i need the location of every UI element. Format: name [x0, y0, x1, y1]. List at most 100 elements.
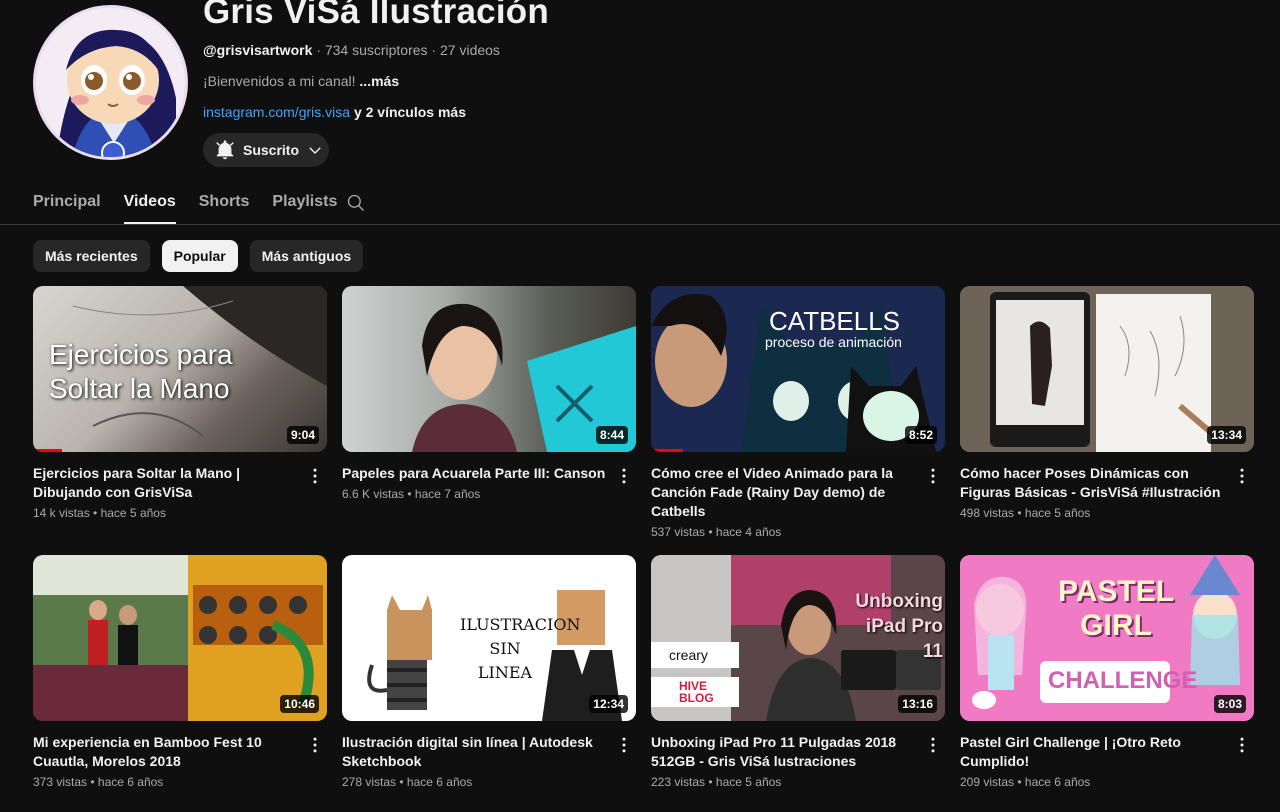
thumbnail-subtext: proceso de animación [765, 334, 902, 350]
channel-avatar[interactable] [33, 5, 188, 160]
more-links-button[interactable]: y 2 vínculos más [354, 104, 466, 120]
avatar-illustration [36, 8, 185, 157]
thumbnail-art [412, 303, 636, 452]
tab-shorts[interactable]: Shorts [199, 180, 250, 224]
thumbnail-subtext: CHALLENGE [1048, 667, 1198, 694]
more-options-icon[interactable] [1232, 735, 1252, 760]
video-card[interactable]: CATBELLS proceso de animación 8:52 Cómo … [651, 286, 945, 539]
video-duration: 12:34 [589, 695, 628, 713]
video-meta: 498 vistas • hace 5 años [960, 506, 1091, 520]
video-meta: 14 k vistas • hace 5 años [33, 506, 166, 520]
view-count: 209 vistas [960, 775, 1015, 789]
video-card[interactable]: Ejercicios para Soltar la Mano 9:04 Ejer… [33, 286, 327, 520]
more-options-icon[interactable] [614, 466, 634, 491]
chevron-down-icon [306, 141, 324, 159]
video-title[interactable]: Pastel Girl Challenge | ¡Otro Reto Cumpl… [960, 733, 1254, 771]
tab-videos[interactable]: Videos [123, 180, 176, 224]
thumbnail-text: Ejercicios para Soltar la Mano [49, 339, 233, 404]
creary-label: creary [669, 647, 708, 663]
view-count: 498 vistas [960, 506, 1015, 520]
search-icon[interactable] [346, 193, 366, 218]
video-thumbnail[interactable]: PASTEL GIRL CHALLENGE 8:03 [960, 555, 1254, 721]
video-card[interactable]: PASTEL GIRL CHALLENGE 8:03 Pastel Girl C… [960, 555, 1254, 789]
view-count: 223 vistas [651, 775, 706, 789]
instagram-link[interactable]: instagram.com/gris.visa [203, 104, 350, 120]
video-thumbnail[interactable]: ILUSTRACION SIN LINEA 12:34 [342, 555, 636, 721]
video-title[interactable]: Mi experiencia en Bamboo Fest 10 Cuautla… [33, 733, 327, 771]
video-thumbnail[interactable]: Unboxing iPad Pro 11 creary HIVE BLOG 13… [651, 555, 945, 721]
creary-badge: creary [651, 642, 739, 668]
upload-age: hace 5 años [100, 506, 166, 520]
upload-age: hace 6 años [406, 775, 473, 789]
description-text: ¡Bienvenidos a mi canal! [203, 73, 356, 89]
video-card[interactable]: 13:34 Cómo hacer Poses Dinámicas con Fig… [960, 286, 1254, 520]
tab-principal[interactable]: Principal [33, 180, 101, 224]
video-meta: 373 vistas • hace 6 años [33, 775, 164, 789]
video-thumbnail[interactable]: 13:34 [960, 286, 1254, 452]
bell-icon [214, 139, 236, 161]
video-count: 27 videos [440, 42, 500, 58]
tab-playlists[interactable]: Playlists [272, 180, 337, 224]
more-options-icon[interactable] [614, 735, 634, 760]
upload-age: hace 4 años [715, 525, 782, 539]
video-card[interactable]: Unboxing iPad Pro 11 creary HIVE BLOG 13… [651, 555, 945, 789]
chip-popular[interactable]: Popular [161, 240, 238, 272]
video-title[interactable]: Cómo cree el Video Animado para la Canci… [651, 464, 945, 521]
video-meta: 6.6 K vistas • hace 7 años [342, 487, 481, 501]
video-card[interactable]: 10:46 Mi experiencia en Bamboo Fest 10 C… [33, 555, 327, 789]
video-thumbnail[interactable]: 10:46 [33, 555, 327, 721]
view-count: 6.6 K vistas [342, 487, 405, 501]
video-card[interactable]: ILUSTRACION SIN LINEA 12:34 Ilustración … [342, 555, 636, 789]
thumbnail-text: PASTEL GIRL [1057, 575, 1175, 642]
video-meta: 537 vistas • hace 4 años [651, 525, 782, 539]
video-card[interactable]: 8:44 Papeles para Acuarela Parte III: Ca… [342, 286, 636, 501]
video-meta: 209 vistas • hace 6 años [960, 775, 1091, 789]
meta-separator: · [427, 42, 440, 58]
video-duration: 8:44 [595, 426, 628, 444]
upload-age: hace 5 años [1024, 506, 1091, 520]
channel-description[interactable]: ¡Bienvenidos a mi canal! ...más [203, 73, 399, 89]
thumbnail-text: Unboxing iPad Pro 11 [855, 591, 943, 662]
chip-oldest[interactable]: Más antiguos [249, 240, 364, 272]
hive-blog-badge: HIVE BLOG [651, 677, 739, 707]
video-title[interactable]: Unboxing iPad Pro 11 Pulgadas 2018 512GB… [651, 733, 945, 771]
video-thumbnail[interactable]: 8:44 [342, 286, 636, 452]
upload-age: hace 6 años [97, 775, 164, 789]
video-duration: 13:16 [898, 695, 937, 713]
more-options-icon[interactable] [923, 735, 943, 760]
channel-meta: @grisvisartwork · 734 suscriptores · 27 … [203, 42, 500, 58]
tabs-divider [0, 224, 1280, 225]
description-more-button[interactable]: ...más [359, 73, 399, 89]
hive-blog-label: HIVE BLOG [679, 679, 714, 705]
more-options-icon[interactable] [923, 466, 943, 491]
subscribed-button[interactable]: Suscrito [203, 133, 329, 167]
chip-most-recent[interactable]: Más recientes [33, 240, 150, 272]
more-options-icon[interactable] [1232, 466, 1252, 491]
video-duration: 9:04 [286, 426, 319, 444]
upload-age: hace 6 años [1024, 775, 1091, 789]
video-duration: 8:03 [1213, 695, 1246, 713]
video-title[interactable]: Cómo hacer Poses Dinámicas con Figuras B… [960, 464, 1254, 502]
more-options-icon[interactable] [305, 466, 325, 491]
video-title[interactable]: Ilustración digital sin línea | Autodesk… [342, 733, 636, 771]
watch-progress [33, 449, 63, 452]
video-meta: 278 vistas • hace 6 años [342, 775, 473, 789]
video-duration: 10:46 [280, 695, 319, 713]
subscriber-count: 734 suscriptores [324, 42, 428, 58]
channel-links: instagram.com/gris.visa y 2 vínculos más [203, 104, 466, 120]
video-duration: 13:34 [1207, 426, 1246, 444]
thumbnail-text: CATBELLS [769, 306, 901, 336]
thumbnail-text: ILUSTRACION SIN LINEA [460, 615, 581, 682]
more-options-icon[interactable] [305, 735, 325, 760]
video-title[interactable]: Papeles para Acuarela Parte III: Canson [342, 464, 636, 483]
video-title[interactable]: Ejercicios para Soltar la Mano | Dibujan… [33, 464, 327, 502]
sort-chips: Más recientes Popular Más antiguos [33, 240, 364, 272]
video-thumbnail[interactable]: Ejercicios para Soltar la Mano 9:04 [33, 286, 327, 452]
upload-age: hace 5 años [715, 775, 782, 789]
video-duration: 8:52 [904, 426, 937, 444]
video-thumbnail[interactable]: CATBELLS proceso de animación 8:52 [651, 286, 945, 452]
upload-age: hace 7 años [414, 487, 481, 501]
meta-separator: · [312, 42, 325, 58]
channel-handle: @grisvisartwork [203, 42, 313, 58]
video-meta: 223 vistas • hace 5 años [651, 775, 782, 789]
